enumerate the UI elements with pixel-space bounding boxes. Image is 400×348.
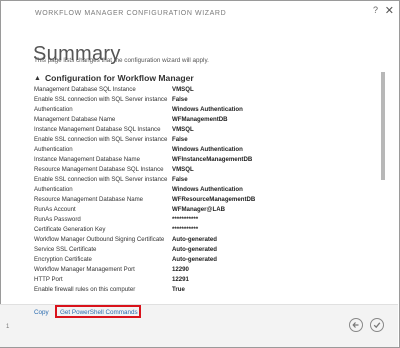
summary-row-value: True <box>172 286 185 293</box>
summary-row-label: HTTP Port <box>34 276 63 283</box>
summary-row: Management Database Name WFManagementDB <box>34 115 369 125</box>
summary-row-value: 12290 <box>172 266 189 273</box>
summary-row-value: 12291 <box>172 276 189 283</box>
summary-row-value: VMSQL <box>172 126 194 133</box>
summary-row: Service SSL Certificate Auto-generated <box>34 245 369 255</box>
summary-row-label: Workflow Manager Management Port <box>34 266 135 273</box>
next-button[interactable] <box>370 318 384 332</box>
get-powershell-commands-link[interactable]: Get PowerShell Commands <box>58 309 140 316</box>
summary-list: Management Database SQL Instance VMSQL Ena… <box>34 85 369 295</box>
summary-row-value: Windows Authentication <box>172 186 243 193</box>
summary-row: Workflow Manager Outbound Signing Certif… <box>34 235 369 245</box>
summary-row-label: Encryption Certificate <box>34 256 92 263</box>
summary-row-label: Service SSL Certificate <box>34 246 97 253</box>
close-button[interactable]: ✕ <box>385 4 394 17</box>
summary-row-value: Windows Authentication <box>172 146 243 153</box>
summary-row-label: Workflow Manager Outbound Signing Certif… <box>34 236 165 243</box>
summary-row: Certificate Generation Key *********** <box>34 225 369 235</box>
summary-row-label: Enable firewall rules on this computer <box>34 286 136 293</box>
summary-row: Authentication Windows Authentication <box>34 145 369 155</box>
summary-row: Enable firewall rules on this computer Tr… <box>34 285 369 295</box>
help-button[interactable]: ? <box>373 5 378 15</box>
summary-row: RunAs Password *********** <box>34 215 369 225</box>
summary-row-value: Auto-generated <box>172 236 218 243</box>
summary-row-label: Instance Management Database SQL Instanc… <box>34 126 161 133</box>
summary-row-label: Certificate Generation Key <box>34 226 106 233</box>
summary-panel: ▲ Configuration for Workflow Manager Man… <box>34 70 384 304</box>
summary-row-label: Authentication <box>34 186 73 193</box>
summary-row-value: VMSQL <box>172 166 194 173</box>
back-button[interactable] <box>349 318 363 332</box>
summary-row-label: RunAs Account <box>34 206 76 213</box>
summary-row-label: RunAs Password <box>34 216 81 223</box>
summary-row-label: Resource Management Database SQL Instanc… <box>34 166 164 173</box>
summary-row-label: Enable SSL connection with SQL Server in… <box>34 136 168 143</box>
summary-row: Instance Management Database Name WFInsta… <box>34 155 369 165</box>
summary-row: RunAs Account WFManager@LAB <box>34 205 369 215</box>
section-header[interactable]: ▲ Configuration for Workflow Manager <box>34 72 194 84</box>
arrow-left-icon <box>352 322 359 328</box>
summary-row-value: Auto-generated <box>172 256 218 263</box>
summary-row: Management Database SQL Instance VMSQL <box>34 85 369 95</box>
summary-row: Instance Management Database SQL Instanc… <box>34 125 369 135</box>
summary-row-label: Authentication <box>34 146 73 153</box>
scrollbar-thumb[interactable] <box>381 72 385 180</box>
summary-row: Workflow Manager Management Port 12290 <box>34 265 369 275</box>
summary-row-value: Auto-generated <box>172 246 218 253</box>
summary-row: Authentication Windows Authentication <box>34 105 369 115</box>
summary-row: Enable SSL connection with SQL Server in… <box>34 175 369 185</box>
summary-row-value: VMSQL <box>172 86 194 93</box>
summary-row-value: WFResourceManagementDB <box>172 196 256 203</box>
summary-row-label: Management Database SQL Instance <box>34 86 136 93</box>
summary-row-value: *********** <box>172 226 199 233</box>
summary-row-label: Resource Management Database Name <box>34 196 144 203</box>
summary-row: Encryption Certificate Auto-generated <box>34 255 369 265</box>
summary-row-value: False <box>172 96 188 103</box>
summary-row-value: False <box>172 136 188 143</box>
summary-row-value: False <box>172 176 188 183</box>
summary-row-value: Windows Authentication <box>172 106 243 113</box>
page-number: 1 <box>6 324 10 330</box>
summary-row: Enable SSL connection with SQL Server in… <box>34 135 369 145</box>
summary-row-label: Enable SSL connection with SQL Server in… <box>34 176 168 183</box>
section-title: Configuration for Workflow Manager <box>44 73 194 83</box>
title-bar: WORKFLOW MANAGER CONFIGURATION WIZARD ? … <box>1 1 399 23</box>
summary-row-label: Authentication <box>34 106 73 113</box>
page-subtitle: This page lists changes that the configu… <box>34 57 209 64</box>
summary-row-label: Enable SSL connection with SQL Server in… <box>34 96 168 103</box>
copy-link[interactable]: Copy <box>34 309 49 316</box>
summary-row: Resource Management Database SQL Instanc… <box>34 165 369 175</box>
summary-row: Enable SSL connection with SQL Server in… <box>34 95 369 105</box>
summary-row-value: WFManager@LAB <box>172 206 225 213</box>
summary-row-value: WFInstanceManagementDB <box>172 156 253 163</box>
window-title: WORKFLOW MANAGER CONFIGURATION WIZARD <box>35 10 227 17</box>
summary-row-value: *********** <box>172 216 199 223</box>
summary-row: Authentication Windows Authentication <box>34 185 369 195</box>
summary-row-value: WFManagementDB <box>172 116 228 123</box>
summary-row: Resource Management Database Name WFResou… <box>34 195 369 205</box>
chevron-up-icon[interactable]: ▲ <box>34 75 41 82</box>
summary-row-label: Instance Management Database Name <box>34 156 141 163</box>
summary-row-label: Management Database Name <box>34 116 116 123</box>
summary-row: HTTP Port 12291 <box>34 275 369 285</box>
left-strip <box>0 22 20 346</box>
checkmark-icon <box>373 322 381 329</box>
scrollbar[interactable] <box>380 70 386 304</box>
